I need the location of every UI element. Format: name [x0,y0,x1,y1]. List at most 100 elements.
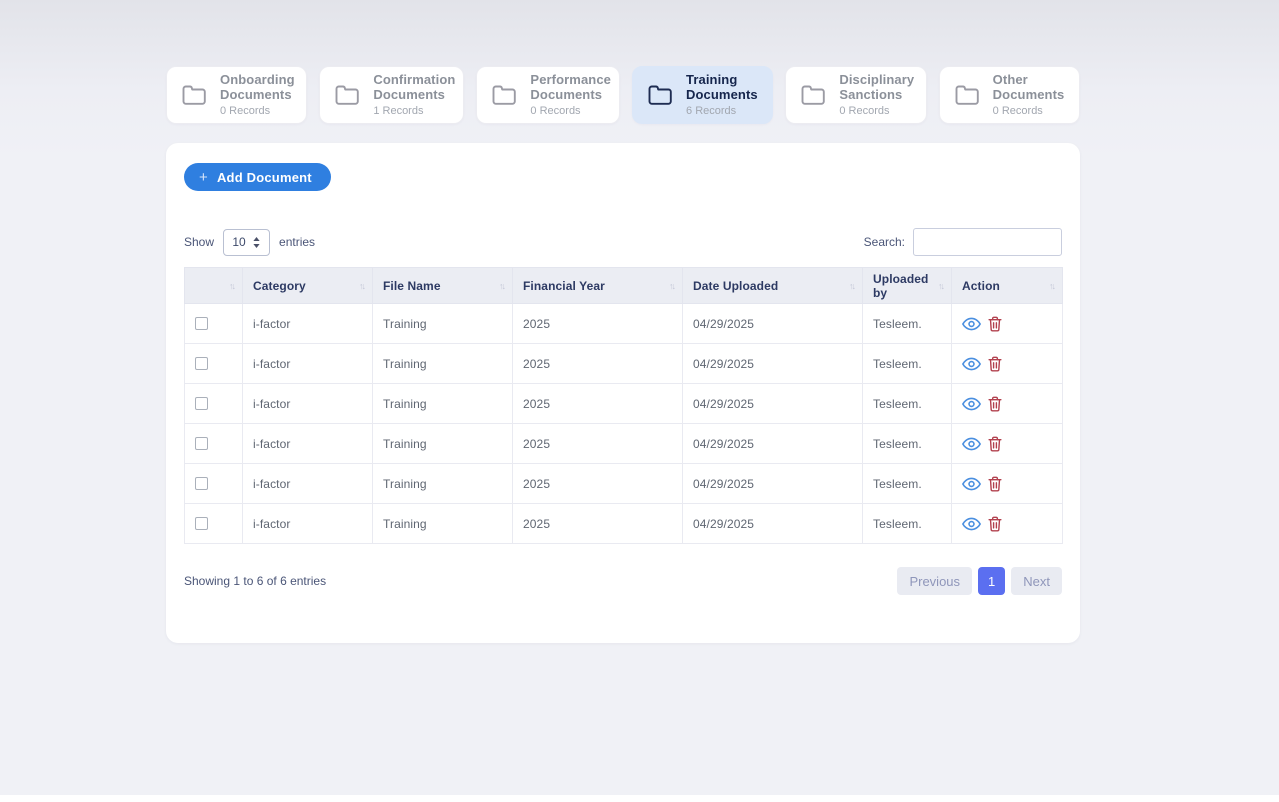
date-uploaded-cell: 04/29/2025 [683,344,863,384]
delete-document-button[interactable] [988,316,1002,332]
uploaded-by-cell: Tesleem. [863,304,952,344]
tab-performance-documents[interactable]: Performance Documents 0 Records [476,66,620,124]
category-cell: i-factor [243,344,373,384]
page-size-value: 10 [232,235,245,249]
tab-title: Performance Documents [530,73,611,103]
category-cell: i-factor [243,464,373,504]
view-document-button[interactable] [962,437,981,451]
search-label: Search: [864,235,905,249]
table-footer: Showing 1 to 6 of 6 entries Previous 1 N… [184,567,1062,595]
tab-records-count: 0 Records [530,105,611,117]
tab-records-count: 0 Records [839,105,917,117]
row-select-checkbox[interactable] [195,397,208,410]
folder-icon [954,84,981,106]
documents-card: + Add Document Show 10 entries Search: ↑… [166,143,1080,643]
row-select-checkbox[interactable] [195,357,208,370]
financial-year-cell: 2025 [513,464,683,504]
page-1-button[interactable]: 1 [978,567,1005,595]
row-select-checkbox[interactable] [195,477,208,490]
table-header-row: ↑↓ Category↑↓ File Name↑↓ Financial Year… [185,268,1063,304]
entries-label: entries [279,235,315,249]
delete-document-button[interactable] [988,516,1002,532]
financial-year-cell: 2025 [513,304,683,344]
eye-icon [962,477,981,491]
view-document-button[interactable] [962,517,981,531]
uploaded-by-cell: Tesleem. [863,504,952,544]
column-header-uploaded-by[interactable]: Uploaded by↑↓ [863,268,952,304]
sort-icon: ↑↓ [938,281,943,291]
file-name-cell: Training [373,384,513,424]
eye-icon [962,357,981,371]
pagination: Previous 1 Next [897,567,1062,595]
date-uploaded-cell: 04/29/2025 [683,504,863,544]
column-header-action[interactable]: Action↑↓ [952,268,1063,304]
date-uploaded-cell: 04/29/2025 [683,424,863,464]
tab-records-count: 1 Records [373,105,455,117]
main-content: Onboarding Documents 0 Records Confirmat… [166,0,1080,643]
next-page-button[interactable]: Next [1011,567,1062,595]
file-name-cell: Training [373,504,513,544]
column-header-date-uploaded[interactable]: Date Uploaded↑↓ [683,268,863,304]
table-row: i-factor Training 2025 04/29/2025 Teslee… [185,384,1063,424]
tab-confirmation-documents[interactable]: Confirmation Documents 1 Records [319,66,464,124]
document-category-tabs: Onboarding Documents 0 Records Confirmat… [166,66,1080,124]
column-header-select[interactable]: ↑↓ [185,268,243,304]
delete-document-button[interactable] [988,356,1002,372]
sort-icon: ↑↓ [849,281,854,291]
row-select-checkbox[interactable] [195,517,208,530]
column-header-file-name[interactable]: File Name↑↓ [373,268,513,304]
file-name-cell: Training [373,304,513,344]
eye-icon [962,317,981,331]
uploaded-by-cell: Tesleem. [863,344,952,384]
date-uploaded-cell: 04/29/2025 [683,304,863,344]
date-uploaded-cell: 04/29/2025 [683,384,863,424]
tab-records-count: 6 Records [686,105,764,117]
page-size-select[interactable]: 10 [223,229,270,256]
delete-document-button[interactable] [988,476,1002,492]
view-document-button[interactable] [962,317,981,331]
view-document-button[interactable] [962,357,981,371]
folder-icon [491,84,518,106]
eye-icon [962,397,981,411]
previous-page-button[interactable]: Previous [897,567,972,595]
tab-records-count: 0 Records [993,105,1071,117]
view-document-button[interactable] [962,397,981,411]
row-select-checkbox[interactable] [195,317,208,330]
eye-icon [962,517,981,531]
sort-icon: ↑↓ [1049,281,1054,291]
tab-disciplinary-sanctions[interactable]: Disciplinary Sanctions 0 Records [785,66,926,124]
tab-records-count: 0 Records [220,105,298,117]
tab-title: Confirmation Documents [373,73,455,103]
trash-icon [988,516,1002,532]
tab-title: Onboarding Documents [220,73,298,103]
table-row: i-factor Training 2025 04/29/2025 Teslee… [185,424,1063,464]
tab-title: Disciplinary Sanctions [839,73,917,103]
search-input[interactable] [913,228,1062,256]
trash-icon [988,356,1002,372]
select-spinner-icon [252,236,261,249]
table-row: i-factor Training 2025 04/29/2025 Teslee… [185,304,1063,344]
tab-training-documents[interactable]: Training Documents 6 Records [632,66,773,124]
column-header-financial-year[interactable]: Financial Year↑↓ [513,268,683,304]
tab-onboarding-documents[interactable]: Onboarding Documents 0 Records [166,66,307,124]
documents-table: ↑↓ Category↑↓ File Name↑↓ Financial Year… [184,267,1063,544]
delete-document-button[interactable] [988,396,1002,412]
add-document-button[interactable]: + Add Document [184,163,331,191]
column-header-category[interactable]: Category↑↓ [243,268,373,304]
trash-icon [988,316,1002,332]
folder-icon [647,84,674,106]
date-uploaded-cell: 04/29/2025 [683,464,863,504]
tab-other-documents[interactable]: Other Documents 0 Records [939,66,1080,124]
delete-document-button[interactable] [988,436,1002,452]
uploaded-by-cell: Tesleem. [863,424,952,464]
category-cell: i-factor [243,504,373,544]
row-select-checkbox[interactable] [195,437,208,450]
view-document-button[interactable] [962,477,981,491]
folder-icon [800,84,827,106]
category-cell: i-factor [243,384,373,424]
table-row: i-factor Training 2025 04/29/2025 Teslee… [185,464,1063,504]
sort-icon: ↑↓ [669,281,674,291]
table-row: i-factor Training 2025 04/29/2025 Teslee… [185,504,1063,544]
category-cell: i-factor [243,424,373,464]
file-name-cell: Training [373,424,513,464]
